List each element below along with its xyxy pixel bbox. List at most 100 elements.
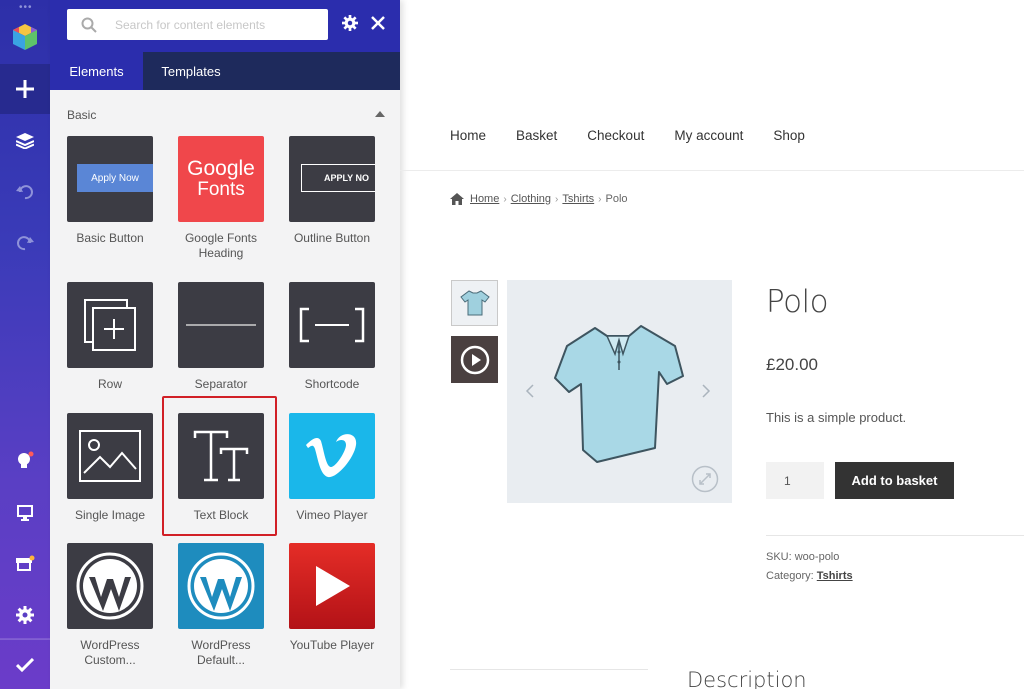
- nav-basket[interactable]: Basket: [516, 128, 557, 143]
- caret-up-icon[interactable]: [375, 111, 385, 117]
- breadcrumb-tshirts[interactable]: Tshirts: [562, 193, 594, 205]
- element-tile-single-image[interactable]: Single Image: [65, 413, 155, 523]
- lightbulb-icon: [18, 451, 34, 468]
- product-category: Category: Tshirts: [766, 570, 853, 582]
- breadcrumb-separator-icon: ›: [503, 193, 507, 205]
- element-tile-wordpress-default[interactable]: WordPress Default...: [176, 543, 266, 668]
- redo-button[interactable]: [0, 218, 50, 268]
- thumb-text: Fonts: [197, 179, 245, 200]
- element-tile-outline-button[interactable]: APPLY NO Outline Button: [287, 136, 377, 246]
- breadcrumb-separator-icon: ›: [555, 193, 559, 205]
- nav-shop[interactable]: Shop: [773, 128, 805, 143]
- drag-handle-icon[interactable]: •••: [19, 2, 33, 13]
- chevron-left-icon[interactable]: [525, 384, 535, 398]
- panel-settings-button[interactable]: [340, 13, 360, 33]
- logo-cubes-icon: [0, 14, 50, 60]
- store-icon: [16, 555, 35, 571]
- panel-tabs: Elements Templates: [50, 52, 400, 90]
- close-icon: [371, 16, 385, 30]
- header-divider: [400, 170, 1024, 171]
- save-button[interactable]: [0, 639, 50, 689]
- nav-checkout[interactable]: Checkout: [587, 128, 644, 143]
- tabs-divider: [450, 669, 648, 670]
- tile-label: Outline Button: [293, 231, 371, 245]
- tile-label: Basic Button: [76, 231, 144, 245]
- tile-label: Row: [97, 377, 122, 391]
- undo-button[interactable]: [0, 167, 50, 217]
- row-thumbnail: [67, 282, 153, 368]
- element-tile-row[interactable]: Row: [65, 282, 155, 392]
- tile-label: WordPress Custom...: [80, 638, 140, 667]
- play-circle-icon: [460, 345, 489, 374]
- shortcode-icon: [299, 307, 365, 343]
- category-link[interactable]: Tshirts: [817, 570, 853, 582]
- wordpress-custom-thumbnail: [67, 543, 153, 629]
- thumb-text: Google: [187, 157, 255, 180]
- nav-home[interactable]: Home: [450, 128, 486, 143]
- settings-button[interactable]: [0, 590, 50, 640]
- add-to-basket-button[interactable]: Add to basket: [835, 462, 954, 499]
- element-tile-vimeo-player[interactable]: Vimeo Player: [287, 413, 377, 523]
- product-sku: SKU: woo-polo: [766, 551, 840, 563]
- tile-label: Separator: [194, 377, 248, 391]
- outline-button-thumbnail: APPLY NO: [289, 136, 375, 222]
- tab-elements[interactable]: Elements: [50, 52, 143, 90]
- plus-icon: [16, 80, 34, 98]
- breadcrumb-separator-icon: ›: [598, 193, 602, 205]
- hints-button[interactable]: [0, 436, 50, 486]
- tile-label: YouTube Player: [289, 638, 375, 652]
- chevron-right-icon[interactable]: [701, 384, 711, 398]
- breadcrumb: Home › Clothing › Tshirts › Polo: [450, 193, 628, 205]
- text-block-highlight: [162, 396, 277, 536]
- site-navigation: Home Basket Checkout My account Shop: [450, 128, 835, 143]
- element-tile-google-fonts-heading[interactable]: Google Fonts Google Fonts Heading: [176, 136, 266, 261]
- add-element-panel: Elements Templates Basic Apply Now Basic…: [50, 0, 400, 689]
- redo-icon: [17, 236, 34, 251]
- element-tile-wordpress-custom[interactable]: WordPress Custom...: [65, 543, 155, 668]
- polo-shirt-icon: [459, 290, 490, 316]
- vimeo-logo-icon: [306, 434, 357, 478]
- search-input[interactable]: [115, 12, 315, 37]
- breadcrumb-current: Polo: [605, 193, 628, 205]
- gallery-thumbnail-video[interactable]: [451, 336, 498, 383]
- breadcrumb-home[interactable]: Home: [470, 193, 499, 205]
- category-label: Category:: [766, 570, 814, 582]
- tile-label: Vimeo Player: [296, 508, 368, 522]
- single-image-thumbnail: [67, 413, 153, 499]
- panel-header: [50, 0, 400, 52]
- wordpress-logo-icon: [76, 552, 144, 620]
- close-panel-button[interactable]: [368, 13, 388, 33]
- quantity-input[interactable]: [766, 462, 824, 499]
- tab-templates[interactable]: Templates: [143, 52, 239, 90]
- tile-label: Single Image: [74, 508, 146, 522]
- element-tile-basic-button[interactable]: Apply Now Basic Button: [65, 136, 155, 246]
- gallery-thumbnail-polo[interactable]: [451, 280, 498, 326]
- section-header-basic[interactable]: Basic: [67, 108, 385, 124]
- nav-my-account[interactable]: My account: [674, 128, 743, 143]
- search-box[interactable]: [67, 9, 328, 40]
- responsive-view-button[interactable]: [0, 488, 50, 538]
- tree-view-button[interactable]: [0, 116, 50, 166]
- product-price: £20.00: [766, 355, 818, 374]
- editor-toolbar: •••: [0, 0, 50, 689]
- check-icon: [16, 657, 34, 672]
- element-tile-shortcode[interactable]: Shortcode: [287, 282, 377, 392]
- gear-icon: [342, 15, 358, 31]
- thumb-text: Apply Now: [77, 164, 153, 192]
- wordpress-default-thumbnail: [178, 543, 264, 629]
- tile-label: Google Fonts Heading: [184, 231, 258, 260]
- separator-icon: [186, 324, 256, 326]
- breadcrumb-clothing[interactable]: Clothing: [511, 193, 551, 205]
- element-tile-separator[interactable]: Separator: [176, 282, 266, 392]
- gear-icon: [16, 606, 34, 624]
- home-icon: [450, 193, 464, 205]
- element-tile-youtube-player[interactable]: YouTube Player: [287, 543, 377, 653]
- tile-label: Shortcode: [304, 377, 360, 391]
- wordpress-logo-icon: [187, 552, 255, 620]
- hub-button[interactable]: [0, 539, 50, 589]
- image-icon: [79, 430, 141, 482]
- zoom-icon[interactable]: [691, 465, 719, 493]
- add-element-button[interactable]: [0, 64, 50, 114]
- product-short-description: This is a simple product.: [766, 410, 907, 425]
- thumb-text: APPLY NO: [301, 164, 375, 192]
